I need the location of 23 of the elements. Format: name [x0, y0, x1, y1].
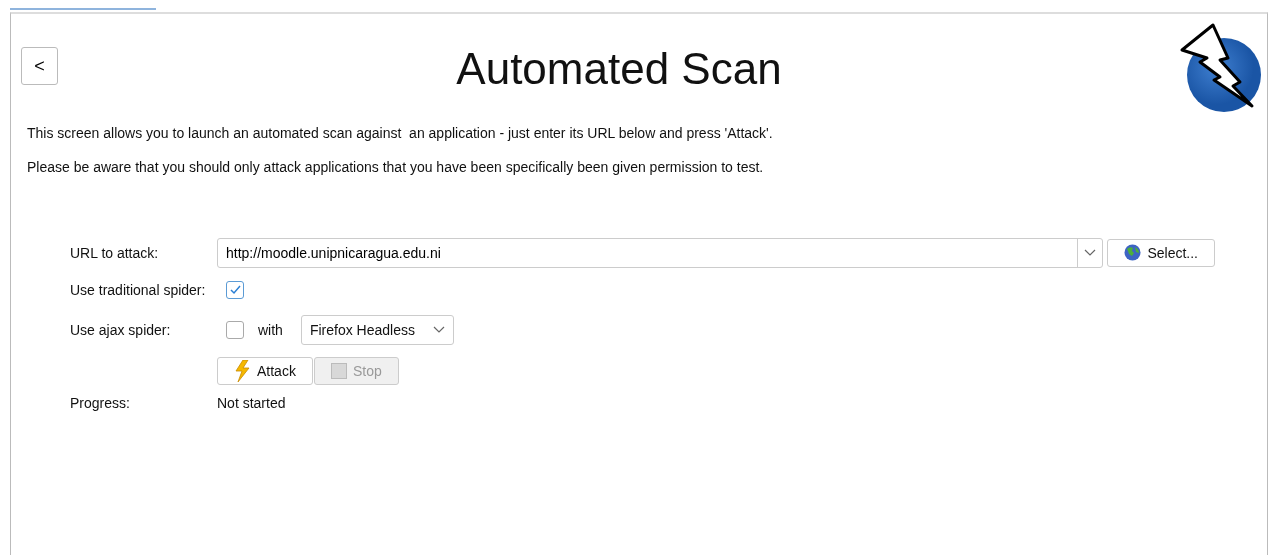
description-text: This screen allows you to launch an automated scan against an application - just enter its URL below and press 'Attack'.	[27, 126, 774, 140]
field-label: URL to attack:	[70, 244, 160, 261]
select-button[interactable]: Select...	[1107, 238, 1215, 267]
url-field[interactable]: http://moodle.unipnicaragua.edu.ni	[218, 243, 1078, 262]
description-text: Please be aware that you should only attack applications that you have been specifically been given permission to test.	[27, 160, 765, 174]
checkbox[interactable]	[226, 280, 244, 299]
globe-icon	[1124, 244, 1142, 261]
field-label: Use traditional spider:	[70, 281, 207, 298]
lightning-icon	[234, 359, 251, 382]
field-label: Use ajax spider:	[70, 322, 172, 338]
chevron-icon	[432, 326, 445, 334]
field-label: Progress:	[70, 395, 131, 411]
url-combo-box[interactable]: http://moodle.unipnicaragua.edu.ni	[217, 237, 1104, 268]
progress-status: Not started	[217, 395, 286, 411]
page-title: Automated Scan	[455, 44, 783, 94]
checkbox[interactable]	[226, 321, 244, 339]
with-label: with	[258, 322, 283, 338]
stop-icon	[330, 362, 347, 379]
back-button[interactable]: <	[21, 47, 58, 85]
attack-button[interactable]: Attack	[217, 356, 313, 385]
chevron-icon	[1084, 248, 1097, 257]
browser-dropdown[interactable]: Firefox Headless	[300, 315, 454, 345]
checkmark-icon	[229, 283, 241, 296]
